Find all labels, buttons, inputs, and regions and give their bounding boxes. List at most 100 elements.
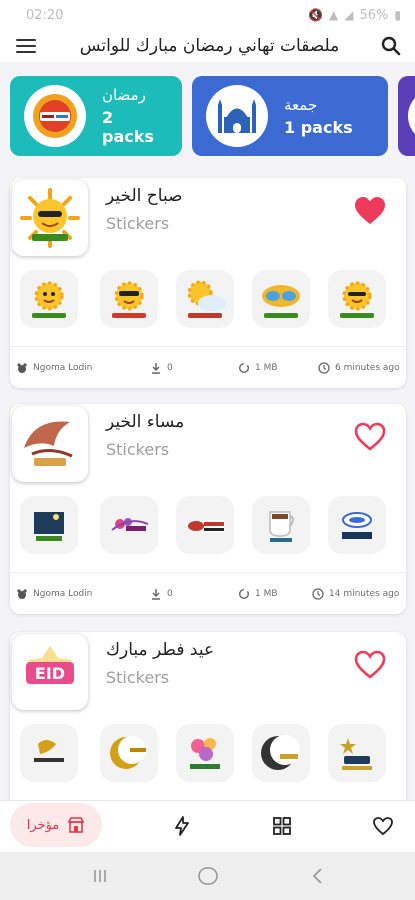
sticker-pack-card[interactable]: مساء الخير Stickers Ngoma Lodin 0 1 MB 1… bbox=[10, 404, 406, 614]
download-icon bbox=[152, 363, 160, 374]
category-name: جمعة bbox=[284, 95, 318, 114]
pack-downloads: 0 bbox=[150, 584, 173, 604]
lightning-icon[interactable] bbox=[170, 814, 194, 838]
clock-icon bbox=[312, 588, 324, 600]
grid-icon[interactable] bbox=[270, 814, 294, 838]
sticker-preview-row bbox=[10, 496, 406, 560]
sun-cloud-sticker-icon bbox=[187, 280, 226, 318]
heart-outline-icon[interactable] bbox=[354, 650, 386, 680]
svg-text:EID: EID bbox=[35, 664, 65, 683]
sticker-preview[interactable] bbox=[176, 724, 234, 782]
crescent-sticker-icon bbox=[261, 735, 300, 770]
sticker-preview[interactable] bbox=[328, 724, 386, 782]
category-avatar bbox=[206, 85, 268, 147]
nav-recent-label: مؤخرا bbox=[26, 817, 60, 833]
pack-updated-time: 14 minutes ago bbox=[329, 589, 400, 599]
sticker-pack-card[interactable]: EID عيد فطر مبارك Stickers bbox=[10, 632, 406, 812]
pack-updated-time: 6 minutes ago bbox=[335, 363, 400, 373]
pack-thumbnail[interactable]: EID bbox=[12, 634, 88, 710]
bird-sticker-icon bbox=[24, 421, 73, 466]
sticker-pack-card[interactable]: صباح الخير Stickers Ngoma Lodin 0 1 MB 6… bbox=[10, 178, 406, 388]
divider bbox=[10, 346, 406, 347]
category-avatar bbox=[24, 85, 86, 147]
status-time: 02:20 bbox=[26, 7, 64, 23]
cup-sticker-icon bbox=[269, 511, 294, 542]
battery-icon: ▮ bbox=[394, 8, 401, 22]
category-card-ramadan[interactable]: رمضان 2 packs bbox=[10, 76, 182, 156]
sticker-preview[interactable] bbox=[176, 270, 234, 328]
pack-meta-row: Ngoma Lodin 0 1 MB 6 minutes ago bbox=[10, 358, 406, 378]
bear-icon bbox=[17, 363, 27, 373]
store-icon bbox=[67, 817, 85, 833]
pack-author: Ngoma Lodin bbox=[16, 358, 92, 378]
pack-thumbnail[interactable] bbox=[12, 406, 88, 482]
divider bbox=[10, 572, 406, 573]
sync-icon bbox=[238, 588, 250, 600]
pack-title: عيد فطر مبارك bbox=[106, 640, 215, 660]
pack-download-count: 0 bbox=[167, 589, 173, 599]
crescent-sticker-icon bbox=[110, 736, 146, 769]
bottom-nav: مؤخرا bbox=[0, 800, 415, 852]
pack-title: مساء الخير bbox=[106, 412, 185, 432]
system-nav-bar bbox=[0, 852, 415, 900]
sticker-preview[interactable] bbox=[100, 496, 158, 554]
nav-recent-tab[interactable]: مؤخرا bbox=[10, 803, 102, 847]
pack-author-name: Ngoma Lodin bbox=[33, 363, 93, 373]
wifi-icon: ▲ bbox=[329, 8, 339, 22]
sticker-preview-row bbox=[10, 724, 406, 788]
pack-header: EID عيد فطر مبارك Stickers bbox=[10, 632, 406, 716]
pack-header: مساء الخير Stickers bbox=[10, 404, 406, 488]
sticker-preview-row bbox=[10, 270, 406, 334]
flower-sticker-icon bbox=[111, 518, 149, 531]
signal-icon: ◢ bbox=[344, 8, 354, 22]
recent-apps-icon[interactable] bbox=[90, 866, 110, 886]
clock-icon bbox=[318, 362, 330, 374]
sunglasses-sticker-icon bbox=[262, 285, 300, 318]
home-icon[interactable] bbox=[197, 866, 219, 886]
eid-sticker-icon: EID bbox=[26, 646, 74, 684]
battery-level: 56% bbox=[359, 7, 389, 23]
menu-icon[interactable] bbox=[16, 34, 40, 58]
ramadan-sticker-icon bbox=[33, 94, 77, 138]
sync-icon bbox=[238, 362, 250, 374]
sun-sticker-icon bbox=[20, 188, 80, 248]
pack-subtitle: Stickers bbox=[106, 440, 170, 459]
sticker-preview[interactable] bbox=[328, 496, 386, 554]
search-icon[interactable] bbox=[379, 34, 403, 58]
category-carousel: رمضان 2 packs جمعة 1 packs bbox=[0, 74, 415, 160]
pack-downloads: 0 bbox=[150, 358, 173, 378]
category-count: 2 packs bbox=[102, 108, 154, 146]
pack-subtitle: Stickers bbox=[106, 214, 170, 233]
sticker-preview[interactable] bbox=[176, 496, 234, 554]
category-card-friday[interactable]: جمعة 1 packs bbox=[192, 76, 388, 156]
coffee-sticker-icon bbox=[188, 520, 224, 532]
category-card-next[interactable] bbox=[398, 76, 415, 156]
pack-size-value: 1 MB bbox=[255, 363, 278, 373]
mosque-sticker-icon bbox=[218, 99, 256, 133]
sun-sticker-icon bbox=[32, 281, 66, 318]
sticker-preview[interactable] bbox=[252, 724, 310, 782]
pack-header: صباح الخير Stickers bbox=[10, 178, 406, 262]
pack-subtitle: Stickers bbox=[106, 668, 170, 687]
download-icon bbox=[152, 589, 160, 600]
sticker-preview[interactable] bbox=[252, 496, 310, 554]
heart-icon[interactable] bbox=[354, 196, 386, 226]
sticker-preview[interactable] bbox=[20, 496, 78, 554]
sticker-preview[interactable] bbox=[328, 270, 386, 328]
category-count: 1 packs bbox=[284, 117, 353, 137]
pack-author-name: Ngoma Lodin bbox=[33, 589, 93, 599]
sticker-preview[interactable] bbox=[20, 724, 78, 782]
pack-download-count: 0 bbox=[167, 363, 173, 373]
sticker-preview[interactable] bbox=[252, 270, 310, 328]
eid-sticker-icon bbox=[340, 738, 372, 770]
app-title: ملصقات تهاني رمضان مبارك للواتس bbox=[79, 36, 340, 56]
heart-outline-icon[interactable] bbox=[371, 814, 395, 838]
pack-thumbnail[interactable] bbox=[12, 180, 88, 256]
sticker-preview[interactable] bbox=[100, 270, 158, 328]
sticker-preview[interactable] bbox=[100, 724, 158, 782]
sticker-preview[interactable] bbox=[20, 270, 78, 328]
pack-updated: 6 minutes ago bbox=[318, 358, 400, 378]
heart-outline-icon[interactable] bbox=[354, 422, 386, 452]
back-icon[interactable] bbox=[308, 866, 328, 886]
category-avatar bbox=[408, 89, 415, 143]
